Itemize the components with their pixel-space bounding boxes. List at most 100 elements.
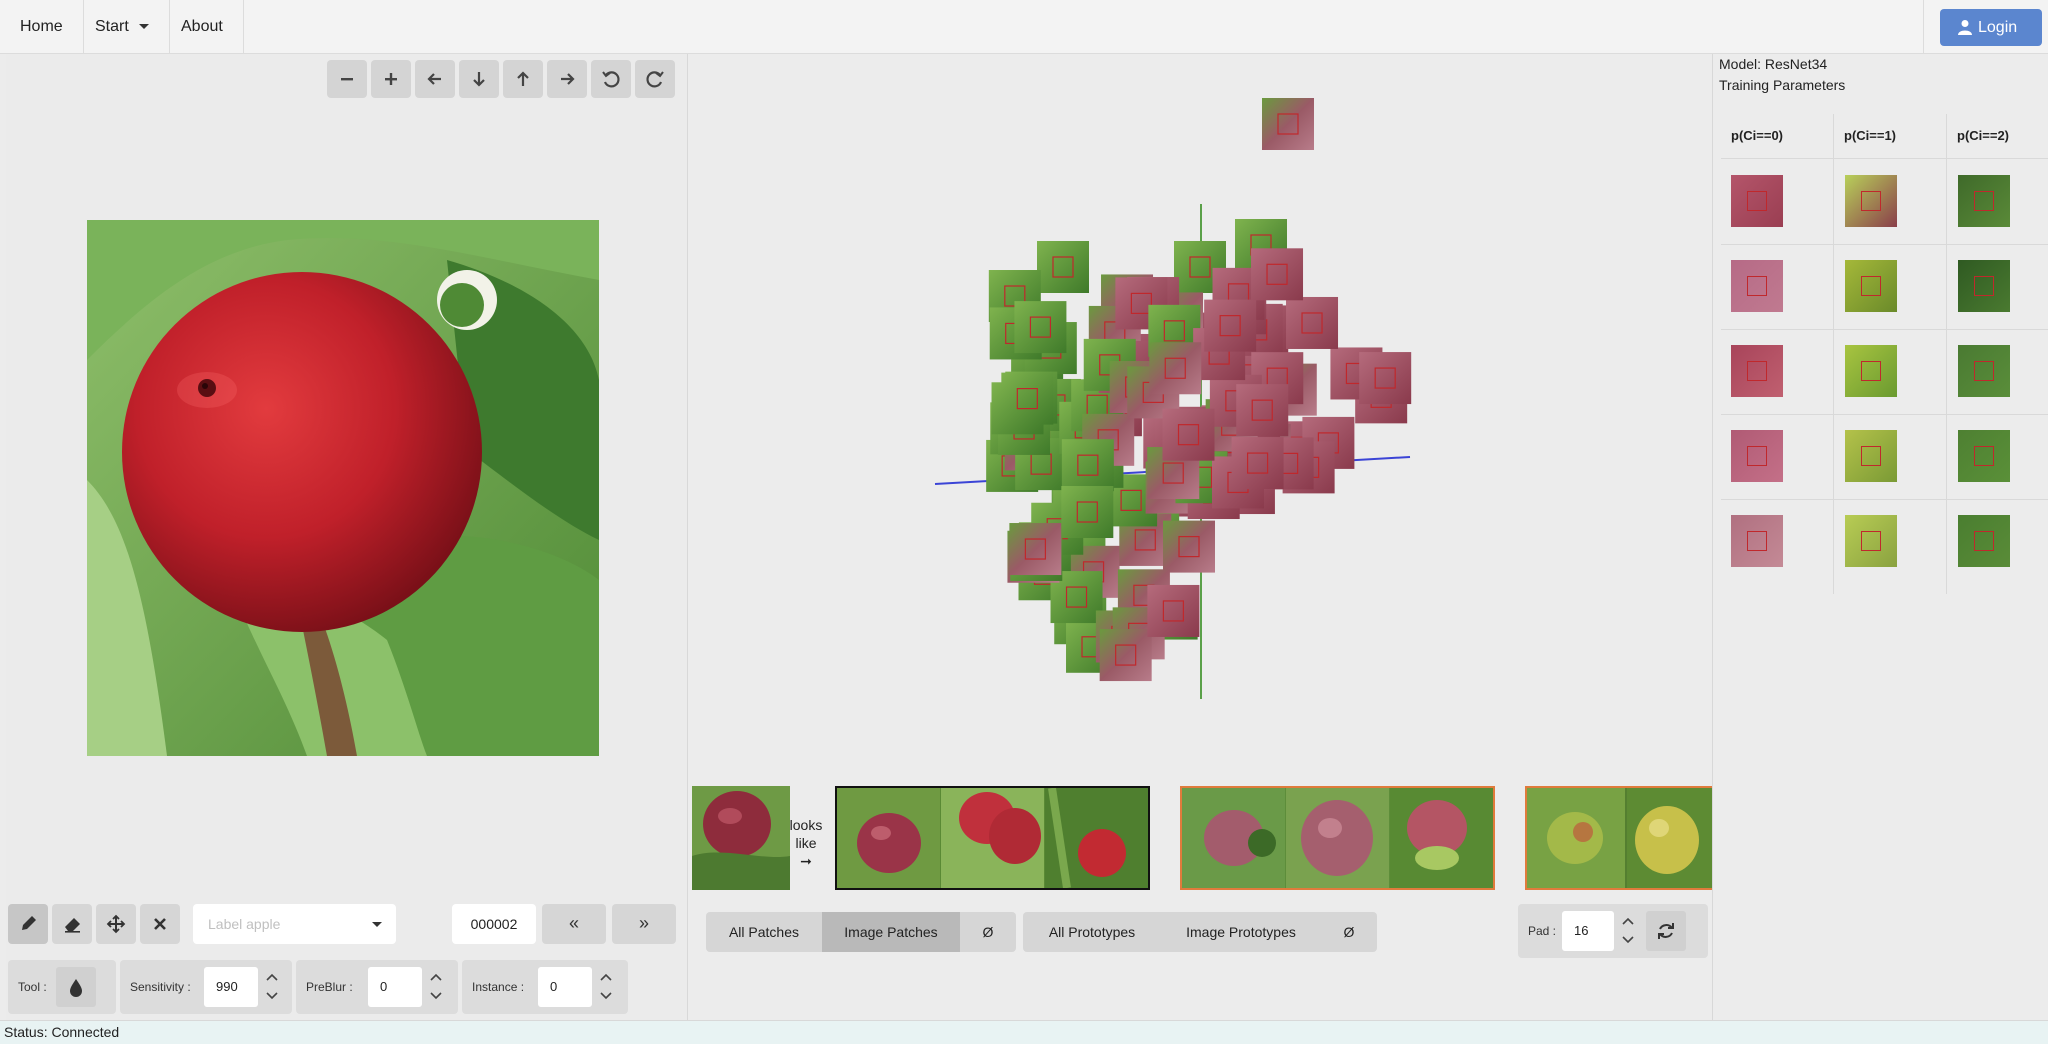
rotate-left-button[interactable] — [591, 60, 631, 98]
nav-home[interactable]: Home — [0, 0, 84, 54]
nav-start-dropdown[interactable]: Start — [75, 0, 170, 54]
login-area: Login — [1923, 0, 2048, 54]
prototype-box — [1861, 361, 1881, 381]
column-header-class-0: p(Ci==0) — [1731, 128, 1784, 143]
patch-thumbnail[interactable] — [1037, 241, 1089, 293]
pan-up-button[interactable] — [503, 60, 543, 98]
patch-thumbnail[interactable] — [1001, 372, 1054, 425]
column-header-class-1: p(Ci==1) — [1844, 128, 1897, 143]
prototype-cell[interactable] — [1731, 515, 1783, 567]
patch-thumbnail[interactable] — [1231, 437, 1284, 490]
navbar: Home Start About Login — [0, 0, 2048, 54]
chevron-down-icon — [1622, 936, 1634, 944]
tool-group: Tool : — [8, 960, 116, 1014]
droplet-icon — [70, 979, 82, 997]
pan-down-button[interactable] — [459, 60, 499, 98]
nav-about[interactable]: About — [161, 0, 244, 54]
prototype-cell[interactable] — [1845, 175, 1897, 227]
zoom-in-button[interactable] — [371, 60, 411, 98]
nav-start-label: Start — [95, 18, 129, 35]
preblur-spinner[interactable] — [422, 967, 452, 1007]
next-image-button[interactable]: » — [612, 904, 676, 944]
patch-thumbnail[interactable] — [1147, 584, 1200, 637]
tab-image-prototypes[interactable]: Image Prototypes — [1161, 912, 1321, 952]
query-patch[interactable] — [692, 786, 790, 890]
sensitivity-input[interactable]: 990 — [204, 967, 258, 1007]
instance-group: Instance : 0 — [462, 960, 628, 1014]
move-tool-button[interactable] — [96, 904, 136, 944]
instance-input[interactable]: 0 — [538, 967, 592, 1007]
prototype-cell[interactable] — [1731, 430, 1783, 482]
zoom-out-button[interactable] — [327, 60, 367, 98]
patch-thumbnail[interactable] — [1163, 520, 1216, 573]
tab-all-prototypes[interactable]: All Prototypes — [1023, 912, 1161, 952]
pan-right-button[interactable] — [547, 60, 587, 98]
patch-thumbnail[interactable] — [1162, 408, 1215, 461]
tool-picker-button[interactable] — [56, 967, 96, 1007]
refresh-icon — [1658, 923, 1674, 939]
clear-tool-button[interactable] — [140, 904, 180, 944]
pad-spinner[interactable] — [1614, 911, 1644, 951]
instance-spinner[interactable] — [592, 967, 622, 1007]
prototype-box — [1974, 446, 1994, 466]
login-button[interactable]: Login — [1940, 9, 2042, 46]
preblur-input[interactable]: 0 — [368, 967, 422, 1007]
patch-thumbnail[interactable] — [1014, 301, 1067, 354]
patch-thumbnail[interactable] — [1236, 384, 1289, 437]
prototype-cell[interactable] — [1845, 430, 1897, 482]
patch-thumbnail[interactable] — [1262, 98, 1314, 150]
prototype-group-1[interactable] — [1180, 786, 1495, 890]
refresh-button[interactable] — [1646, 911, 1686, 951]
prototype-group-2[interactable] — [1525, 786, 1712, 890]
patch-thumbnail[interactable] — [1099, 629, 1152, 682]
tab-no-patches[interactable]: Ø — [960, 912, 1016, 952]
prototype-group-0[interactable] — [835, 786, 1150, 890]
pan-left-button[interactable] — [415, 60, 455, 98]
prototype-cell[interactable] — [1958, 260, 2010, 312]
prototype-cell[interactable] — [1958, 430, 2010, 482]
training-parameters-link[interactable]: Training Parameters — [1719, 77, 1845, 93]
pad-input[interactable]: 16 — [1562, 911, 1614, 951]
apple-image[interactable] — [87, 220, 599, 756]
tab-all-patches[interactable]: All Patches — [706, 912, 822, 952]
prototype-cell[interactable] — [1845, 345, 1897, 397]
patch-thumbnail[interactable] — [1061, 439, 1114, 492]
patch-thumbnail[interactable] — [1286, 296, 1339, 349]
prototype-cell[interactable] — [1731, 175, 1783, 227]
patch-thumbnail[interactable] — [1009, 523, 1062, 576]
previous-image-button[interactable]: « — [542, 904, 606, 944]
prototype-cell[interactable] — [1958, 345, 2010, 397]
prototype-box — [1747, 531, 1767, 551]
row-divider — [1721, 158, 2048, 159]
prototype-cell[interactable] — [1731, 260, 1783, 312]
pad-group: Pad : 16 — [1518, 904, 1708, 958]
patch-thumbnail[interactable] — [1359, 352, 1412, 405]
patch-embedding-view[interactable] — [690, 54, 1712, 778]
rotate-right-button[interactable] — [635, 60, 675, 98]
arrow-up-icon — [517, 71, 529, 86]
preblur-group: PreBlur : 0 — [296, 960, 458, 1014]
sensitivity-spinner[interactable] — [258, 967, 288, 1007]
rotate-ccw-icon — [602, 71, 620, 88]
prototype-box — [1861, 531, 1881, 551]
prototype-cell[interactable] — [1845, 515, 1897, 567]
prototype-cell[interactable] — [1845, 260, 1897, 312]
prototype-cell[interactable] — [1958, 175, 2010, 227]
patch-thumbnail[interactable] — [1204, 299, 1257, 352]
label-select[interactable]: Label apple — [193, 904, 396, 944]
arrow-right-icon: ➞ — [800, 853, 812, 869]
pencil-icon — [22, 916, 36, 930]
patch-thumbnail[interactable] — [1061, 486, 1114, 539]
tab-image-patches[interactable]: Image Patches — [822, 912, 960, 952]
eraser-tool-button[interactable] — [52, 904, 92, 944]
patch-thumbnail[interactable] — [1149, 342, 1202, 395]
prototype-cell[interactable] — [1731, 345, 1783, 397]
pencil-tool-button[interactable] — [8, 904, 48, 944]
prototype-cell[interactable] — [1958, 515, 2010, 567]
chevron-down-icon — [372, 922, 382, 927]
patch-thumbnail[interactable] — [1251, 248, 1304, 301]
tab-no-prototypes[interactable]: Ø — [1321, 912, 1377, 952]
patch-embedding-panel: looks like ➞ All Patches Image Patches Ø… — [690, 54, 1712, 1020]
label-select-placeholder: Label apple — [208, 916, 281, 932]
prototype-box — [1974, 361, 1994, 381]
